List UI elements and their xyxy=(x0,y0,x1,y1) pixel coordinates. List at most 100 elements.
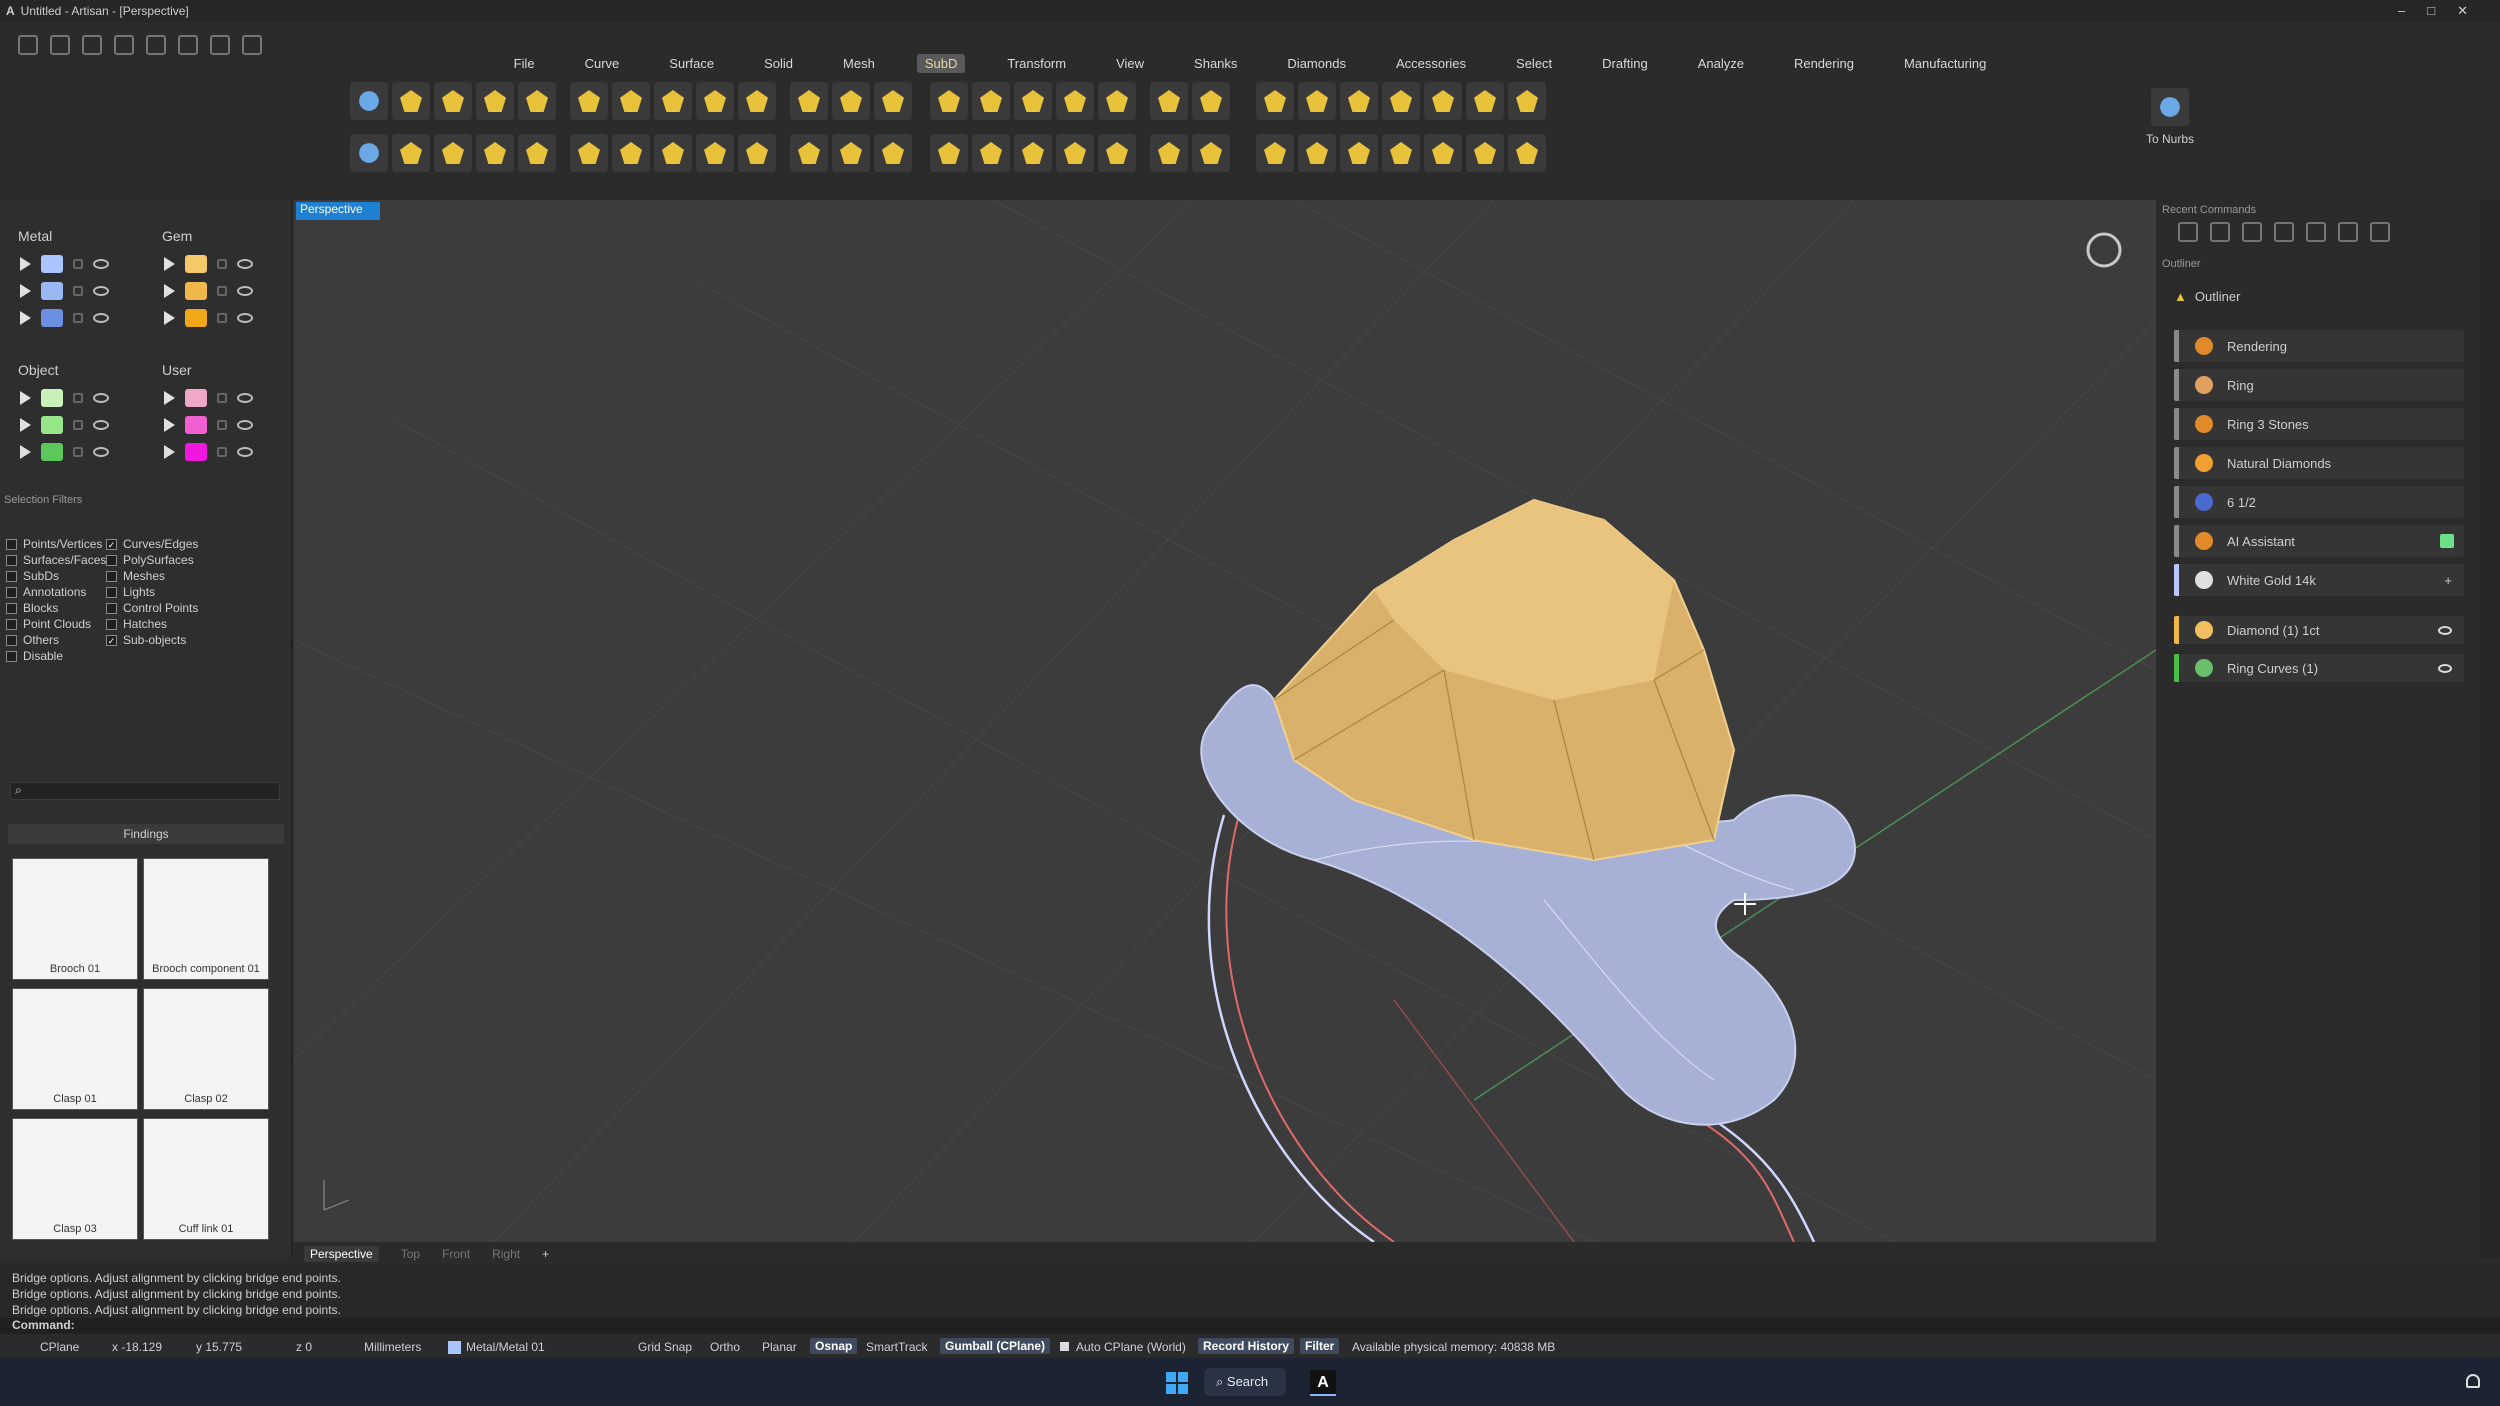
subd-tool-icon[interactable] xyxy=(434,82,472,120)
play-icon[interactable] xyxy=(164,444,175,459)
eye-icon[interactable] xyxy=(93,285,109,296)
menu-diamonds[interactable]: Diamonds xyxy=(1279,54,1354,73)
menu-solid[interactable]: Solid xyxy=(756,54,801,73)
window-controls[interactable]: –□✕ xyxy=(2398,3,2490,19)
viewport-title-tab[interactable]: Perspective xyxy=(296,202,380,220)
subd-tool-icon[interactable] xyxy=(392,134,430,172)
to-nurbs-button[interactable]: To Nurbs xyxy=(2140,88,2200,168)
layer-row[interactable] xyxy=(4,304,144,331)
eye-icon[interactable] xyxy=(237,446,253,457)
subd-tool-icon[interactable] xyxy=(832,82,870,120)
eye-icon[interactable] xyxy=(93,312,109,323)
play-icon[interactable] xyxy=(20,283,31,298)
subd-tool-icon[interactable] xyxy=(832,134,870,172)
filter-polysurfaces[interactable]: PolySurfaces xyxy=(106,552,198,568)
eye-icon[interactable] xyxy=(237,392,253,403)
subd-tool-icon[interactable] xyxy=(1192,134,1230,172)
library-item[interactable]: Brooch component 01 xyxy=(143,858,269,980)
menu-curve[interactable]: Curve xyxy=(577,54,628,73)
play-icon[interactable] xyxy=(20,417,31,432)
menu-transform[interactable]: Transform xyxy=(999,54,1074,73)
filter-subds[interactable]: SubDs xyxy=(6,568,106,584)
subd-tool-icon[interactable] xyxy=(476,82,514,120)
filter-disable[interactable]: Disable xyxy=(6,648,106,664)
subd-tool-icon[interactable] xyxy=(570,82,608,120)
subd-tool-icon[interactable] xyxy=(1340,82,1378,120)
subd-tool-icon[interactable] xyxy=(612,134,650,172)
subd-tool-icon[interactable] xyxy=(654,134,692,172)
play-icon[interactable] xyxy=(20,256,31,271)
layer-row[interactable] xyxy=(148,411,288,438)
subd-tool-icon[interactable] xyxy=(738,82,776,120)
subd-tool-icon[interactable] xyxy=(434,134,472,172)
outliner-object-ring-curves[interactable]: Ring Curves (1) xyxy=(2174,654,2464,682)
smarttrack-toggle[interactable]: SmartTrack xyxy=(866,1340,928,1354)
subd-tool-icon[interactable] xyxy=(1466,82,1504,120)
eye-icon[interactable] xyxy=(93,258,109,269)
outliner-item-rendering[interactable]: Rendering xyxy=(2174,330,2464,362)
play-icon[interactable] xyxy=(20,310,31,325)
subd-tool-icon[interactable] xyxy=(874,82,912,120)
layer-color-swatch[interactable] xyxy=(185,442,207,461)
tab-right[interactable]: Right xyxy=(492,1247,520,1261)
layer-row[interactable] xyxy=(148,438,288,465)
artisan-taskbar-icon[interactable]: A xyxy=(1310,1370,1336,1396)
checkbox[interactable] xyxy=(106,570,117,582)
layer-color-swatch[interactable] xyxy=(185,388,207,407)
library-item[interactable]: Clasp 01 xyxy=(12,988,138,1110)
menu-drafting[interactable]: Drafting xyxy=(1594,54,1656,73)
command-icon[interactable] xyxy=(2242,222,2262,242)
menu-accessories[interactable]: Accessories xyxy=(1388,54,1474,73)
lock-icon[interactable] xyxy=(217,392,227,403)
tab-perspective[interactable]: Perspective xyxy=(304,1246,379,1262)
layer-row[interactable] xyxy=(4,438,144,465)
library-category[interactable]: Findings xyxy=(8,824,284,844)
checkbox[interactable] xyxy=(1060,1342,1069,1351)
lock-icon[interactable] xyxy=(217,312,227,323)
checkbox[interactable] xyxy=(106,618,117,630)
checkbox[interactable] xyxy=(6,538,17,550)
subd-tool-icon[interactable] xyxy=(612,82,650,120)
play-icon[interactable] xyxy=(20,444,31,459)
subd-tool-icon[interactable] xyxy=(518,134,556,172)
subd-tool-icon[interactable] xyxy=(1340,134,1378,172)
checkbox[interactable] xyxy=(6,586,17,598)
eye-icon[interactable] xyxy=(93,446,109,457)
subd-tool-icon[interactable] xyxy=(476,134,514,172)
library-item[interactable]: Cuff link 01 xyxy=(143,1118,269,1240)
layer-row[interactable] xyxy=(148,250,288,277)
tab-top[interactable]: Top xyxy=(401,1247,420,1261)
layer-color-swatch[interactable] xyxy=(41,281,63,300)
checkbox-checked[interactable]: ✓ xyxy=(106,634,117,646)
menu-analyze[interactable]: Analyze xyxy=(1690,54,1752,73)
lock-icon[interactable] xyxy=(73,285,83,296)
outliner-object-diamond[interactable]: Diamond (1) 1ct xyxy=(2174,616,2464,644)
checkbox[interactable] xyxy=(6,650,17,662)
subd-tool-icon[interactable] xyxy=(1014,134,1052,172)
subd-tool-icon[interactable] xyxy=(738,134,776,172)
subd-tool-icon[interactable] xyxy=(1150,134,1188,172)
current-layer[interactable]: Metal/Metal 01 xyxy=(448,1340,545,1354)
notification-bell-icon[interactable] xyxy=(2466,1374,2480,1388)
menu-view[interactable]: View xyxy=(1108,54,1152,73)
outliner-item-ring[interactable]: Ring xyxy=(2174,369,2464,401)
eye-icon[interactable] xyxy=(237,312,253,323)
library-item[interactable]: Clasp 03 xyxy=(12,1118,138,1240)
cplane-label[interactable]: CPlane xyxy=(40,1340,79,1354)
eye-icon[interactable] xyxy=(2438,663,2452,673)
lock-icon[interactable] xyxy=(73,392,83,403)
taskbar-search-button[interactable]: ⌕ Search xyxy=(1204,1368,1286,1396)
menu-manufacturing[interactable]: Manufacturing xyxy=(1896,54,1994,73)
play-icon[interactable] xyxy=(20,390,31,405)
filter-lights[interactable]: Lights xyxy=(106,584,198,600)
subd-tool-icon[interactable] xyxy=(1056,134,1094,172)
menu-rendering[interactable]: Rendering xyxy=(1786,54,1862,73)
layer-row[interactable] xyxy=(4,411,144,438)
command-prompt-input[interactable]: Command: xyxy=(0,1318,2500,1334)
library-item[interactable]: Brooch 01 xyxy=(12,858,138,980)
outliner-item-ring-3-stones[interactable]: Ring 3 Stones xyxy=(2174,408,2464,440)
subd-tool-icon[interactable] xyxy=(874,134,912,172)
subd-tool-icon[interactable] xyxy=(972,134,1010,172)
play-icon[interactable] xyxy=(164,283,175,298)
library-item[interactable]: Clasp 02 xyxy=(143,988,269,1110)
